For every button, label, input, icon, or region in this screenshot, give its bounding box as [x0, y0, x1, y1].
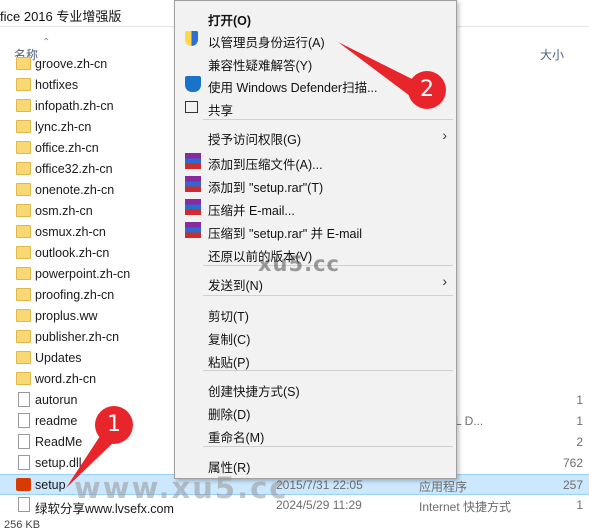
annotation-badge-2: 2: [408, 71, 446, 109]
annotation-arrows: [66, 42, 418, 488]
annotation-badge-1: 1: [95, 406, 133, 444]
arrow-to-run-as-admin: [338, 42, 418, 96]
